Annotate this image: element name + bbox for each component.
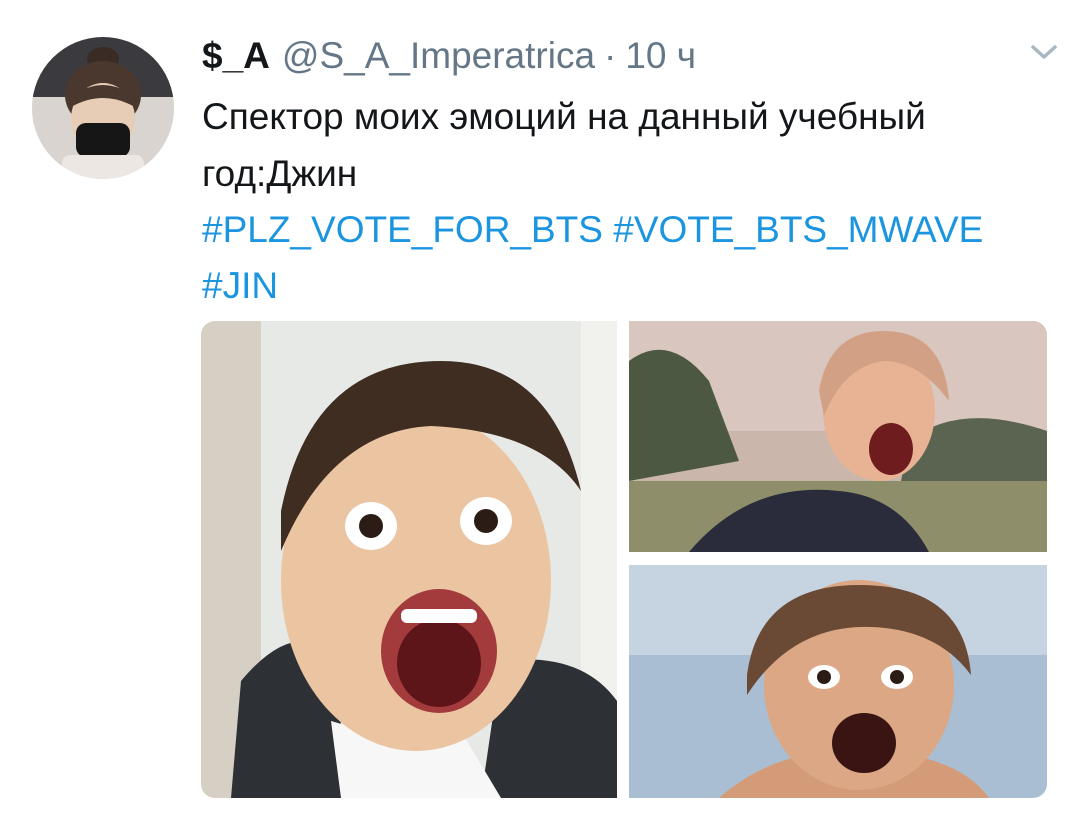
user-handle[interactable]: @S_A_Imperatrica (282, 30, 595, 82)
media-grid (201, 321, 1047, 798)
hashtags: #PLZ_VOTE_FOR_BTS #VOTE_BTS_MWAVE #JIN (202, 202, 1052, 314)
photo-2[interactable] (629, 321, 1047, 552)
hashtag-link[interactable]: #JIN (202, 265, 278, 306)
photo-1[interactable] (201, 321, 617, 798)
tweet-content: $_A @S_A_Imperatrica · 10 ч Спектор моих… (202, 30, 1052, 314)
timestamp[interactable]: 10 ч (625, 30, 696, 82)
tweet-header: $_A @S_A_Imperatrica · 10 ч (202, 30, 1052, 82)
photo-3[interactable] (629, 565, 1047, 798)
tweet-text: Спектор моих эмоций на данный учебный го… (202, 96, 926, 194)
header-separator: · (604, 35, 617, 76)
hashtag-link[interactable]: #PLZ_VOTE_FOR_BTS (202, 209, 603, 250)
hashtag-link[interactable]: #VOTE_BTS_MWAVE (613, 209, 983, 250)
display-name[interactable]: $_A (202, 30, 270, 82)
chevron-down-icon[interactable] (1030, 42, 1058, 62)
avatar[interactable] (32, 37, 174, 179)
tweet: $_A @S_A_Imperatrica · 10 ч Спектор моих… (0, 0, 1080, 820)
